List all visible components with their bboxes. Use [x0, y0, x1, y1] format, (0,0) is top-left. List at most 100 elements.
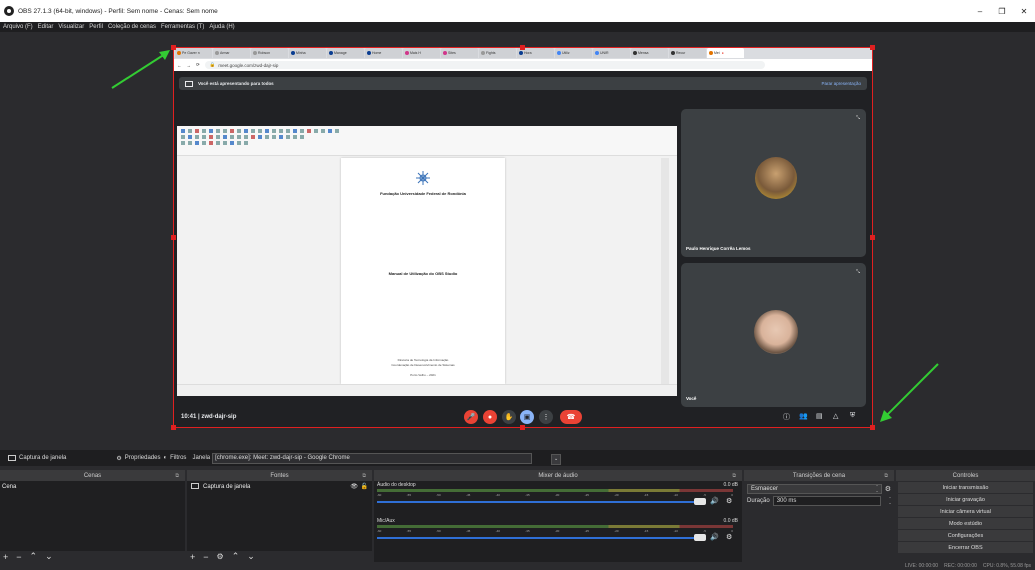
fader-handle[interactable] [694, 498, 706, 505]
browser-tab[interactable]: Mensa [631, 48, 668, 58]
minimize-button[interactable]: – [969, 7, 991, 16]
menu-arquivo[interactable]: Arquivo (F) [3, 24, 33, 30]
people-icon[interactable]: 👥 [799, 412, 808, 420]
university-logo-icon [416, 171, 430, 185]
speaker-icon[interactable]: 🔊 [710, 533, 719, 541]
browser-tab[interactable]: UNIR [593, 48, 630, 58]
activities-icon[interactable]: △ [833, 412, 838, 420]
move-down-button[interactable]: ⌄ [247, 551, 255, 562]
duration-input[interactable]: 300 ms ⌃ ⌄ [772, 496, 892, 506]
preview-canvas[interactable]: Pe Gaver n Armar Robson Minha Manage Hom… [173, 47, 873, 428]
move-up-button[interactable]: ⌃ [232, 551, 240, 562]
browser-tab[interactable]: Utiliz [555, 48, 592, 58]
move-down-button[interactable]: ⌄ [45, 551, 53, 562]
end-call-button[interactable]: ☎ [560, 410, 582, 424]
menu-ferramentas[interactable]: Ferramentas (T) [161, 24, 204, 30]
camera-off-button[interactable]: ● [483, 410, 497, 424]
resize-handle[interactable] [171, 425, 176, 430]
dock-undock-icon[interactable]: ⧉ [175, 473, 179, 479]
dock-undock-icon[interactable]: ⧉ [362, 473, 366, 479]
exit-button[interactable]: Encerrar OBS [898, 542, 1033, 553]
window-select[interactable]: [chrome.exe]: Meet: zwd-dajr-sip - Googl… [212, 452, 562, 465]
eye-icon[interactable]: 👁 [350, 483, 358, 490]
volume-fader[interactable] [377, 501, 695, 503]
more-options-button[interactable]: ⋮ [539, 410, 553, 424]
source-name: Captura de janela [203, 483, 251, 490]
resize-handle[interactable] [870, 45, 875, 50]
present-now-button[interactable]: ▣ [520, 410, 534, 424]
volume-fader[interactable] [377, 537, 695, 539]
fader-handle[interactable] [694, 534, 706, 541]
forward-icon[interactable]: → [187, 63, 192, 68]
live-timer: LIVE: 00:00:00 [905, 563, 939, 569]
dock-undock-icon[interactable]: ⧉ [884, 473, 888, 479]
remove-source-button[interactable]: − [203, 552, 208, 562]
start-streaming-button[interactable]: Iniciar transmissão [898, 482, 1033, 493]
pin-icon[interactable]: ⤡ [856, 115, 860, 121]
pin-icon[interactable]: ⤡ [856, 269, 860, 275]
gear-icon[interactable]: ⚙ [726, 533, 732, 541]
menu-colecao-cenas[interactable]: Coleção de cenas [108, 24, 156, 30]
browser-tab[interactable]: Mais H [403, 48, 440, 58]
resize-handle[interactable] [870, 235, 875, 240]
browser-tab[interactable]: Pe Gaver n [175, 48, 212, 58]
start-virtual-camera-button[interactable]: Iniciar câmera virtual [898, 506, 1033, 517]
mic-off-button[interactable]: 🎤 [464, 410, 478, 424]
browser-tab[interactable]: Armar [213, 48, 250, 58]
menu-perfil[interactable]: Perfil [89, 24, 103, 30]
resize-handle[interactable] [171, 235, 176, 240]
chat-icon[interactable]: ▤ [816, 412, 823, 420]
browser-tab[interactable]: Home [365, 48, 402, 58]
url-field[interactable]: 🔒 meet.google.com/zwd-dajr-sip [204, 61, 765, 69]
settings-button[interactable]: Configurações [898, 530, 1033, 541]
remove-scene-button[interactable]: − [16, 552, 21, 562]
duration-value: 300 ms [776, 498, 797, 504]
resize-handle[interactable] [870, 425, 875, 430]
close-button[interactable]: ✕ [1013, 7, 1035, 16]
source-toolbar: Captura de janela ⚙ Propriedades ◐ Filtros… [0, 450, 1035, 466]
raise-hand-button[interactable]: ✋ [502, 410, 516, 424]
properties-button[interactable]: ⚙ Propriedades [116, 455, 160, 462]
reload-icon[interactable]: ⟳ [196, 62, 200, 68]
preview-area[interactable]: Pe Gaver n Armar Robson Minha Manage Hom… [0, 32, 1035, 445]
resize-handle[interactable] [520, 45, 525, 50]
transition-select[interactable]: Esmaecer ⌃ ⌄ [747, 484, 882, 494]
tab-favicon-icon [709, 51, 713, 55]
host-controls-icon[interactable]: ⛨ [850, 412, 855, 420]
menu-editar[interactable]: Editar [38, 24, 54, 30]
spin-arrows-icon[interactable]: ⌃ ⌄ [888, 497, 891, 505]
stop-presenting-button[interactable]: Parar apresentação [821, 81, 861, 86]
browser-tab[interactable]: Robson [251, 48, 288, 58]
add-source-button[interactable]: + [190, 552, 195, 562]
source-properties-button[interactable]: ⚙ [217, 552, 224, 561]
add-scene-button[interactable]: + [3, 552, 8, 562]
browser-tab[interactable]: Recur [669, 48, 706, 58]
dock-undock-icon[interactable]: ⧉ [732, 473, 736, 479]
info-icon[interactable]: ⓘ [783, 412, 790, 422]
browser-tab[interactable]: Minha [289, 48, 326, 58]
speaker-icon[interactable]: 🔊 [710, 497, 719, 505]
lock-icon[interactable]: 🔓 [361, 483, 368, 490]
list-item-source[interactable]: Captura de janela 👁 🔓 [187, 481, 372, 492]
start-recording-button[interactable]: Iniciar gravação [898, 494, 1033, 505]
cpu-fps: CPU: 0.8%, 55.08 fps [982, 563, 1031, 569]
gear-icon[interactable]: ⚙ [885, 485, 891, 493]
browser-tab[interactable]: Manage [327, 48, 364, 58]
filters-button[interactable]: ◐ Filtros [163, 455, 186, 461]
browser-tab-active[interactable]: Mei ● [707, 48, 744, 58]
presenting-banner: Você está apresentando para todos Parar … [179, 77, 867, 90]
back-icon[interactable]: ← [177, 63, 182, 68]
participant-name: Paulo Henrique Corrêa Lemos [686, 246, 751, 251]
studio-mode-button[interactable]: Modo estúdio [898, 518, 1033, 529]
move-up-button[interactable]: ⌃ [30, 551, 38, 562]
chevron-down-icon[interactable]: ⌄ [551, 453, 562, 465]
resize-handle[interactable] [520, 425, 525, 430]
maximize-button[interactable]: ❐ [991, 7, 1013, 16]
meter-scale: -60 -55 -50 -45 -40 -35 -30 -25 -20 -15 -10 -5 0 [377, 493, 733, 497]
list-item-scene[interactable]: Cena [0, 481, 185, 492]
menu-ajuda[interactable]: Ajuda (H) [209, 24, 234, 30]
menu-visualizar[interactable]: Visualizar [58, 24, 84, 30]
gear-icon[interactable]: ⚙ [726, 497, 732, 505]
browser-tab[interactable]: Fights [479, 48, 516, 58]
browser-tab[interactable]: Sites [441, 48, 478, 58]
